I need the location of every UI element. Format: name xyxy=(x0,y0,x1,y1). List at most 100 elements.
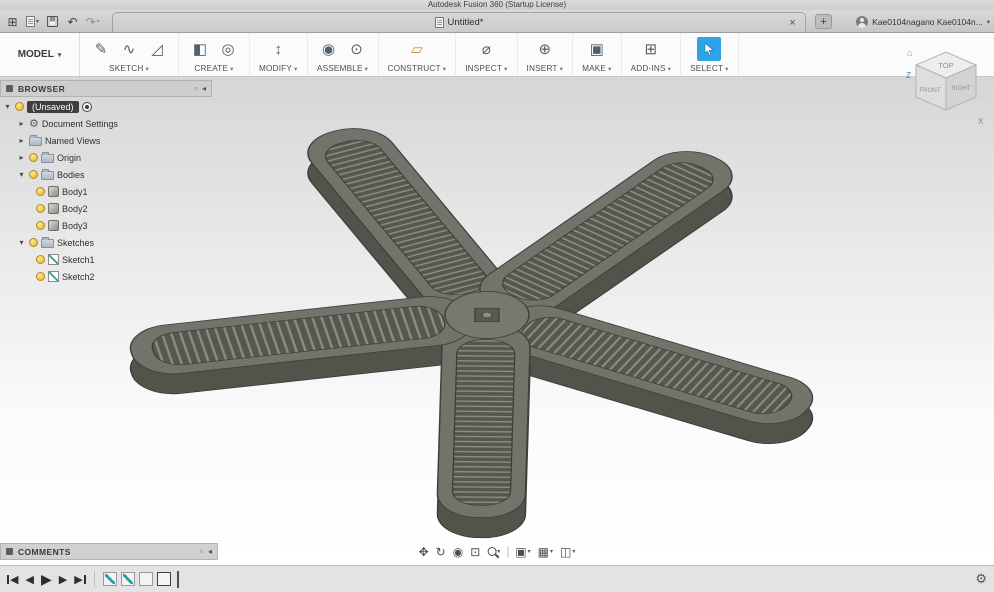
display-settings-button[interactable]: ▣ ▾ xyxy=(515,545,530,559)
timeline-settings-gear[interactable]: ⚙ xyxy=(975,571,987,587)
disclosure-down-icon[interactable] xyxy=(17,170,26,179)
look-at-button[interactable]: ◉ xyxy=(453,545,463,559)
zoom-window-button[interactable]: ⊡ xyxy=(470,545,480,559)
panel-collapse-icon[interactable]: ◂ xyxy=(208,547,212,556)
viewcube-front-label: FRONT xyxy=(919,87,941,94)
ribbon-group-create: ◧ ◎ CREATE xyxy=(179,33,250,76)
visibility-bulb-icon[interactable] xyxy=(29,153,38,162)
timeline-sketch2-feature[interactable] xyxy=(120,572,135,586)
disclosure-down-icon[interactable] xyxy=(3,102,12,111)
measure-icon[interactable]: ⌀ xyxy=(474,37,498,61)
new-tab-button[interactable]: + xyxy=(815,14,832,29)
disclosure-down-icon[interactable] xyxy=(17,238,26,247)
window-title: Autodesk Fusion 360 (Startup License) xyxy=(427,0,567,9)
spline-icon[interactable]: ∿ xyxy=(117,37,141,61)
modify-menu[interactable]: MODIFY xyxy=(259,64,298,73)
viewports-button[interactable]: ◫ ▾ xyxy=(560,545,575,559)
scripts-addins-icon[interactable]: ⊞ xyxy=(639,37,663,61)
orbit-button[interactable]: ↻ xyxy=(436,545,446,559)
tree-item-named-views[interactable]: Named Views xyxy=(0,132,220,149)
tree-item-root[interactable]: (Unsaved) xyxy=(0,98,220,115)
tree-item-body1[interactable]: Body1 xyxy=(0,183,220,200)
comments-panel-header[interactable]: COMMENTS ▫ ◂ xyxy=(0,543,218,560)
workspace-selector[interactable]: MODEL xyxy=(0,33,80,76)
step-forward-button[interactable]: ▶ xyxy=(59,573,67,586)
disclosure-right-icon[interactable] xyxy=(17,153,26,162)
save-button[interactable] xyxy=(44,13,61,30)
magnifier-icon xyxy=(487,547,497,556)
app-grid-button[interactable]: ⊞ xyxy=(4,13,21,30)
tree-item-body3[interactable]: Body3 xyxy=(0,217,220,234)
skip-to-end-button[interactable]: ▶ xyxy=(74,573,86,586)
visibility-bulb-icon[interactable] xyxy=(29,170,38,179)
extrude-icon[interactable]: ◧ xyxy=(188,37,212,61)
tree-item-body2[interactable]: Body2 xyxy=(0,200,220,217)
panel-collapse-icon[interactable]: ◂ xyxy=(202,84,206,93)
visibility-bulb-icon[interactable] xyxy=(36,221,45,230)
line-icon[interactable]: ◿ xyxy=(145,37,169,61)
inspect-menu[interactable]: INSPECT xyxy=(465,64,507,73)
document-tab[interactable]: Untitled* × xyxy=(112,12,806,32)
construct-menu[interactable]: CONSTRUCT xyxy=(388,64,447,73)
tab-close-button[interactable]: × xyxy=(786,16,799,29)
zoom-button[interactable]: ▾ xyxy=(487,547,500,556)
folder-icon xyxy=(41,169,54,180)
new-component-icon[interactable]: ◉ xyxy=(317,37,341,61)
pan-button[interactable]: ✥ xyxy=(419,545,429,559)
make-menu[interactable]: MAKE xyxy=(582,64,611,73)
visibility-bulb-icon[interactable] xyxy=(36,204,45,213)
timeline-position-marker[interactable] xyxy=(176,570,179,588)
tree-item-sketch2[interactable]: Sketch2 xyxy=(0,268,220,285)
insert-icon[interactable]: ⊕ xyxy=(533,37,557,61)
print-3d-icon[interactable]: ▣ xyxy=(585,37,609,61)
revolve-icon[interactable]: ◎ xyxy=(216,37,240,61)
timeline-sketch1-feature[interactable] xyxy=(102,572,117,586)
activate-radio[interactable] xyxy=(81,101,92,112)
assemble-menu[interactable]: ASSEMBLE xyxy=(317,64,368,73)
browser-panel-header[interactable]: BROWSER ▫ ◂ xyxy=(0,80,212,97)
model-viewport[interactable]: BROWSER ▫ ◂ (Unsaved) ⚙ Document Setting… xyxy=(0,77,994,565)
disclosure-right-icon[interactable] xyxy=(17,136,26,145)
skip-end-icon: ▶ xyxy=(74,573,83,586)
visibility-bulb-icon[interactable] xyxy=(29,238,38,247)
sketch-menu[interactable]: SKETCH xyxy=(109,64,149,73)
tree-item-sketches[interactable]: Sketches xyxy=(0,234,220,251)
quick-toolbar: ⊞ ▾ ↶ ↷ ▾ xyxy=(4,12,101,31)
view-cube[interactable]: ⌂ TOP FRONT RIGHT Z X xyxy=(904,44,988,128)
visibility-bulb-icon[interactable] xyxy=(36,255,45,264)
joint-icon[interactable]: ⊙ xyxy=(345,37,369,61)
tree-item-document-settings[interactable]: ⚙ Document Settings xyxy=(0,115,220,132)
step-back-button[interactable]: ◀ xyxy=(25,573,33,586)
visibility-bulb-icon[interactable] xyxy=(15,102,24,111)
select-menu[interactable]: SELECT xyxy=(690,64,729,73)
pan-icon: ✥ xyxy=(418,544,429,559)
new-document-button[interactable]: ▾ xyxy=(24,13,41,30)
ribbon-group-sketch: ✎ ∿ ◿ SKETCH xyxy=(80,33,179,76)
press-pull-icon[interactable]: ↕ xyxy=(266,37,290,61)
account-menu[interactable]: Kae0104nagano Kae0104n... ▾ xyxy=(856,12,990,31)
panel-dock-icon[interactable]: ▫ xyxy=(200,547,203,556)
select-cursor-icon[interactable] xyxy=(697,37,722,61)
undo-button[interactable]: ↶ xyxy=(64,13,81,30)
chevron-down-icon: ▾ xyxy=(96,19,100,25)
body-icon xyxy=(48,203,59,214)
construction-plane-icon[interactable]: ▱ xyxy=(405,37,429,61)
look-at-icon: ◉ xyxy=(452,544,464,559)
tree-item-sketch1[interactable]: Sketch1 xyxy=(0,251,220,268)
timeline-extrude-feature[interactable] xyxy=(138,572,153,586)
tree-item-origin[interactable]: Origin xyxy=(0,149,220,166)
skip-to-start-button[interactable]: ◀ xyxy=(7,573,18,586)
create-sketch-icon[interactable]: ✎ xyxy=(89,37,113,61)
create-menu[interactable]: CREATE xyxy=(194,64,233,73)
panel-dock-icon[interactable]: ▫ xyxy=(194,84,197,93)
disclosure-right-icon[interactable] xyxy=(17,119,26,128)
grid-settings-button[interactable]: ▦ ▾ xyxy=(538,545,553,559)
tree-item-bodies[interactable]: Bodies xyxy=(0,166,220,183)
addins-menu[interactable]: ADD-INS xyxy=(631,64,672,73)
redo-button[interactable]: ↷ ▾ xyxy=(84,13,101,30)
visibility-bulb-icon[interactable] xyxy=(36,272,45,281)
visibility-bulb-icon[interactable] xyxy=(36,187,45,196)
insert-menu[interactable]: INSERT xyxy=(527,64,564,73)
timeline-current-feature[interactable] xyxy=(156,572,171,586)
play-button[interactable]: ▶ xyxy=(41,571,52,588)
